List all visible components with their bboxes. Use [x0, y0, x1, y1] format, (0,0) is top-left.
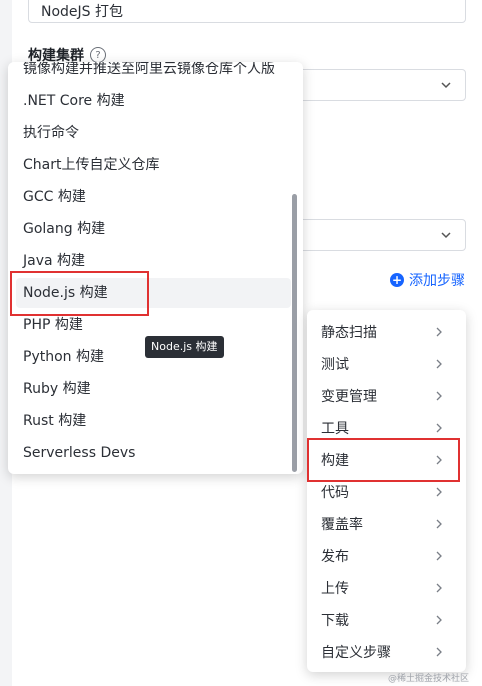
menu-item[interactable]: Chart上传自定义仓库 [8, 150, 283, 180]
annotation-box-nodejs [10, 271, 149, 316]
menu-item[interactable]: Ruby 构建 [8, 374, 283, 404]
category-item[interactable]: 变更管理 [307, 380, 466, 412]
menu-item[interactable]: Serverless Devs [8, 438, 283, 468]
menu-item[interactable]: .NET Core 构建 [8, 86, 283, 116]
chevron-right-icon [436, 519, 442, 529]
chevron-right-icon [436, 359, 442, 369]
category-label: 测试 [321, 357, 349, 373]
step-category-menu: 静态扫描 测试 变更管理 工具 构建 代码 覆盖率 发布 上传 下载 自定义步骤 [307, 310, 466, 672]
add-step-button[interactable]: + 添加步骤 [390, 270, 465, 290]
plus-circle-icon: + [390, 273, 404, 287]
menu-scrollbar[interactable] [292, 194, 297, 472]
category-item[interactable]: 覆盖率 [307, 508, 466, 540]
menu-item[interactable]: GCC 构建 [8, 182, 283, 212]
category-item[interactable]: 下载 [307, 604, 466, 636]
menu-item[interactable]: Golang 构建 [8, 214, 283, 244]
category-item[interactable]: 发布 [307, 540, 466, 572]
task-name-input[interactable]: NodeJS 打包 [28, 0, 466, 23]
chevron-right-icon [436, 423, 442, 433]
category-label: 上传 [321, 581, 349, 597]
category-item[interactable]: 上传 [307, 572, 466, 604]
chevron-down-icon [441, 232, 451, 239]
category-label: 静态扫描 [321, 325, 377, 341]
chevron-right-icon [436, 583, 442, 593]
help-icon[interactable]: ? [90, 47, 106, 63]
build-cluster-select[interactable] [288, 69, 466, 101]
category-label: 工具 [321, 421, 349, 437]
chevron-right-icon [436, 487, 442, 497]
secondary-select[interactable] [288, 219, 466, 251]
category-item[interactable]: 测试 [307, 348, 466, 380]
category-label: 覆盖率 [321, 517, 363, 533]
chevron-right-icon [436, 551, 442, 561]
category-item[interactable]: 静态扫描 [307, 316, 466, 348]
chevron-right-icon [436, 647, 442, 657]
menu-item[interactable]: 执行命令 [8, 118, 283, 148]
category-label: 代码 [321, 485, 349, 501]
tooltip: Node.js 构建 [145, 336, 224, 358]
watermark: @稀土掘金技术社区 [388, 674, 470, 684]
menu-item[interactable]: 镜像构建并推送至阿里云镜像仓库个人版 [8, 62, 283, 84]
chevron-right-icon [436, 391, 442, 401]
category-label: 发布 [321, 549, 349, 565]
category-label: 自定义步骤 [321, 645, 391, 661]
category-label: 变更管理 [321, 389, 377, 405]
add-step-label: 添加步骤 [409, 273, 465, 289]
chevron-down-icon [441, 82, 451, 89]
chevron-right-icon [436, 327, 442, 337]
chevron-right-icon [436, 615, 442, 625]
menu-item[interactable]: Rust 构建 [8, 406, 283, 436]
annotation-box-build [307, 438, 460, 482]
category-label: 下载 [321, 613, 349, 629]
build-step-menu: 镜像构建并推送至阿里云镜像仓库个人版 .NET Core 构建 执行命令 Cha… [8, 62, 303, 474]
category-item[interactable]: 自定义步骤 [307, 636, 466, 668]
